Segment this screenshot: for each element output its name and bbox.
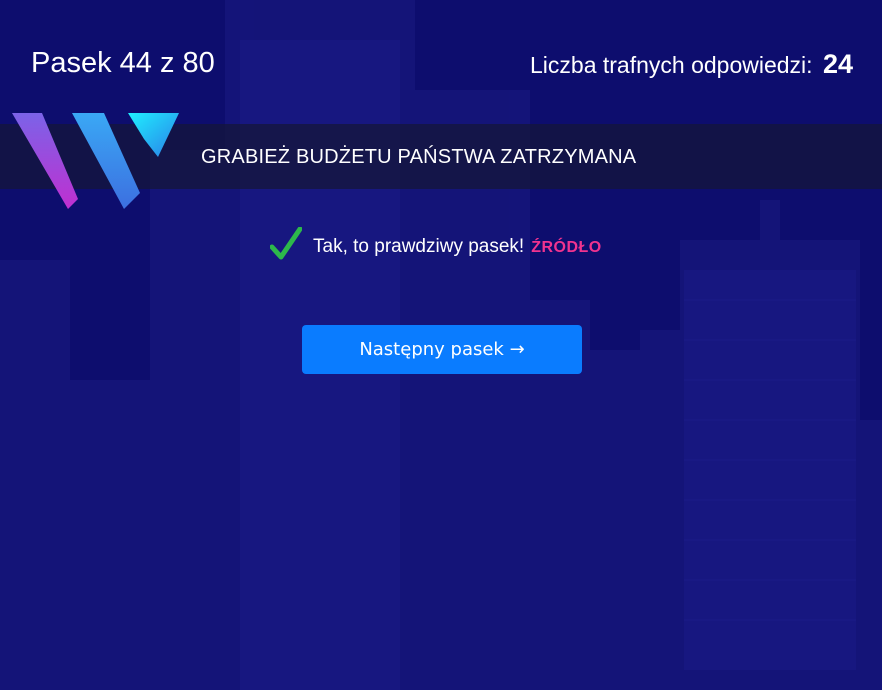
source-link[interactable]: ŹRÓDŁO	[531, 239, 602, 257]
score-display: Liczba trafnych odpowiedzi: 24	[530, 49, 853, 80]
ticker-headline: GRABIEŻ BUDŻETU PAŃSTWA ZATRZYMANA	[201, 146, 637, 168]
question-counter: Pasek 44 z 80	[31, 47, 215, 79]
header: Pasek 44 z 80 Liczba trafnych odpowiedzi…	[0, 0, 882, 110]
score-label: Liczba trafnych odpowiedzi:	[530, 52, 813, 78]
next-strip-button[interactable]: Następny pasek →	[302, 325, 582, 374]
feedback-message: Tak, to prawdziwy pasek!	[313, 236, 525, 257]
answer-feedback: Tak, to prawdziwy pasek! ŹRÓDŁO	[269, 224, 602, 264]
score-value: 24	[822, 49, 853, 79]
check-icon	[269, 226, 303, 261]
brand-logo	[12, 111, 180, 211]
